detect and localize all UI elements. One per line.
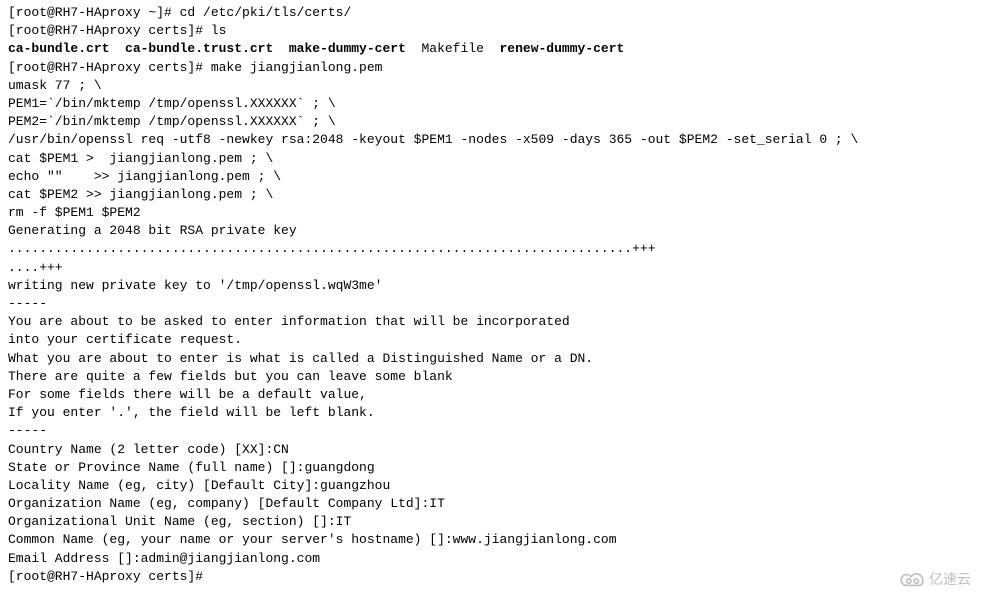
terminal-line: What you are about to enter is what is c… [8, 350, 973, 368]
terminal-line: If you enter '.', the field will be left… [8, 404, 973, 422]
terminal-output[interactable]: [root@RH7-HAproxy ~]# cd /etc/pki/tls/ce… [8, 4, 973, 586]
terminal-line: ----- [8, 295, 973, 313]
terminal-line: cat $PEM1 > jiangjianlong.pem ; \ [8, 150, 973, 168]
file-name: renew-dummy-cert [500, 41, 625, 56]
terminal-line: Locality Name (eg, city) [Default City]:… [8, 477, 973, 495]
terminal-line: [root@RH7-HAproxy certs]# make jiangjian… [8, 59, 973, 77]
terminal-line: [root@RH7-HAproxy ~]# cd /etc/pki/tls/ce… [8, 4, 973, 22]
terminal-line: Organizational Unit Name (eg, section) [… [8, 513, 973, 531]
terminal-line: Organization Name (eg, company) [Default… [8, 495, 973, 513]
terminal-line: writing new private key to '/tmp/openssl… [8, 277, 973, 295]
terminal-line: rm -f $PEM1 $PEM2 [8, 204, 973, 222]
terminal-line: There are quite a few fields but you can… [8, 368, 973, 386]
terminal-line: Generating a 2048 bit RSA private key [8, 222, 973, 240]
terminal-line: /usr/bin/openssl req -utf8 -newkey rsa:2… [8, 131, 973, 149]
terminal-line: [root@RH7-HAproxy certs]# [8, 568, 973, 586]
file-name: ca-bundle.crt ca-bundle.trust.crt make-d… [8, 41, 406, 56]
file-name: Makefile [406, 41, 500, 56]
terminal-line: Country Name (2 letter code) [XX]:CN [8, 441, 973, 459]
terminal-line: PEM1=`/bin/mktemp /tmp/openssl.XXXXXX` ;… [8, 95, 973, 113]
terminal-line: ........................................… [8, 240, 973, 258]
terminal-line: For some fields there will be a default … [8, 386, 973, 404]
watermark: 亿速云 [899, 570, 971, 590]
terminal-line: Common Name (eg, your name or your serve… [8, 531, 973, 549]
cloud-icon [899, 571, 925, 589]
terminal-line: PEM2=`/bin/mktemp /tmp/openssl.XXXXXX` ;… [8, 113, 973, 131]
terminal-line: State or Province Name (full name) []:gu… [8, 459, 973, 477]
terminal-line: echo "" >> jiangjianlong.pem ; \ [8, 168, 973, 186]
terminal-line: ....+++ [8, 259, 973, 277]
terminal-line: ca-bundle.crt ca-bundle.trust.crt make-d… [8, 40, 973, 58]
terminal-line: [root@RH7-HAproxy certs]# ls [8, 22, 973, 40]
terminal-line: Email Address []:admin@jiangjianlong.com [8, 550, 973, 568]
terminal-line: cat $PEM2 >> jiangjianlong.pem ; \ [8, 186, 973, 204]
terminal-line: ----- [8, 422, 973, 440]
terminal-line: You are about to be asked to enter infor… [8, 313, 973, 331]
watermark-text: 亿速云 [929, 570, 971, 590]
terminal-line: umask 77 ; \ [8, 77, 973, 95]
terminal-line: into your certificate request. [8, 331, 973, 349]
